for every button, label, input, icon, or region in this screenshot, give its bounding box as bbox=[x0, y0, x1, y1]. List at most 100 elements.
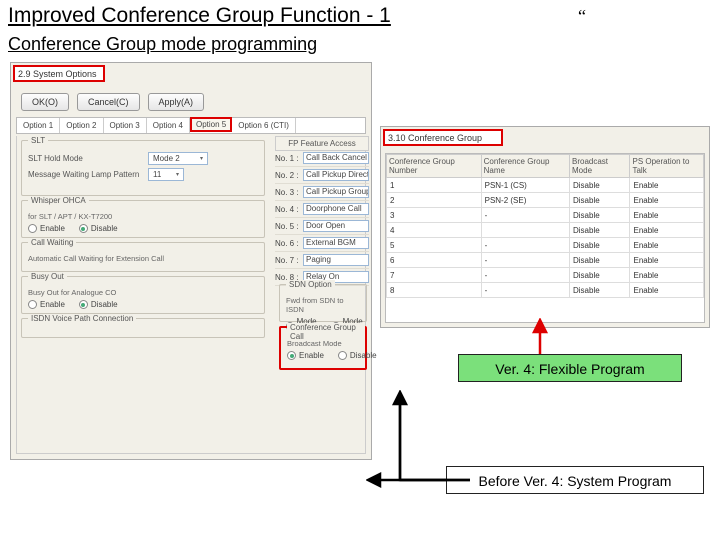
table-row[interactable]: 4 DisableEnable bbox=[387, 223, 704, 238]
group-title-isdn: ISDN Voice Path Connection bbox=[28, 314, 136, 323]
table-row[interactable]: 2PSN-2 (SE)DisableEnable bbox=[387, 193, 704, 208]
feat-row: No. 6 :External BGM bbox=[275, 235, 369, 252]
ok-button[interactable]: OK(O) bbox=[21, 93, 69, 111]
table-cell[interactable]: PSN-2 (SE) bbox=[481, 193, 569, 208]
table-cell[interactable]: - bbox=[481, 208, 569, 223]
feat-row: No. 2 :Call Pickup Direct bbox=[275, 167, 369, 184]
feat-row: No. 1 :Call Back Cancel bbox=[275, 150, 369, 167]
table-cell[interactable]: Disable bbox=[570, 223, 630, 238]
group-whisper: Whisper OHCA for SLT / APT / KX-T7200 En… bbox=[21, 200, 265, 238]
feature-access-header: FP Feature Access bbox=[275, 136, 369, 151]
table-cell[interactable]: Enable bbox=[630, 268, 704, 283]
mw-lamp-label: Message Waiting Lamp Pattern bbox=[28, 170, 148, 179]
whisper-disable-radio[interactable]: Disable bbox=[79, 224, 118, 233]
table-row[interactable]: 5-DisableEnable bbox=[387, 238, 704, 253]
table-cell[interactable]: Disable bbox=[570, 283, 630, 298]
tab-option-1[interactable]: Option 1 bbox=[17, 118, 60, 133]
button-row: OK(O) Cancel(C) Apply(A) bbox=[21, 93, 204, 111]
table-cell[interactable]: Disable bbox=[570, 268, 630, 283]
table-cell[interactable]: - bbox=[481, 283, 569, 298]
tab-option-5[interactable]: Option 5 bbox=[190, 117, 232, 132]
slt-hold-select[interactable]: Mode 2 bbox=[148, 152, 208, 165]
table-cell[interactable]: Disable bbox=[570, 193, 630, 208]
group-title-slt: SLT bbox=[28, 136, 48, 145]
header-conference-group: 3.10 Conference Group bbox=[383, 129, 503, 146]
table-cell[interactable]: 5 bbox=[387, 238, 482, 253]
table-cell[interactable]: Enable bbox=[630, 253, 704, 268]
table-cell[interactable]: - bbox=[481, 268, 569, 283]
feat-select[interactable]: Door Open bbox=[303, 220, 369, 232]
conference-group-table: Conference Group Number Conference Group… bbox=[385, 153, 705, 323]
conf-enable-radio[interactable]: Enable bbox=[287, 351, 324, 360]
header-system-options: 2.9 System Options bbox=[13, 65, 105, 82]
apply-button[interactable]: Apply(A) bbox=[148, 93, 205, 111]
table-row[interactable]: 3-DisableEnable bbox=[387, 208, 704, 223]
system-options-window: 2.9 System Options OK(O) Cancel(C) Apply… bbox=[10, 62, 372, 460]
callout-system-program: Before Ver. 4: System Program bbox=[446, 466, 704, 494]
table-cell[interactable]: Disable bbox=[570, 178, 630, 193]
group-call-waiting: Call Waiting Automatic Call Waiting for … bbox=[21, 242, 265, 272]
table-cell[interactable]: 8 bbox=[387, 283, 482, 298]
table-cell[interactable]: Enable bbox=[630, 283, 704, 298]
group-isdn: ISDN Voice Path Connection bbox=[21, 318, 265, 338]
feat-row: No. 4 :Doorphone Call bbox=[275, 201, 369, 218]
col-name[interactable]: Conference Group Name bbox=[481, 155, 569, 178]
table-cell[interactable]: Enable bbox=[630, 223, 704, 238]
page-subtitle: Conference Group mode programming bbox=[8, 34, 317, 55]
conf-disable-radio[interactable]: Disable bbox=[338, 351, 377, 360]
busy-enable-radio[interactable]: Enable bbox=[28, 300, 65, 309]
feat-select[interactable]: Call Pickup Group bbox=[303, 186, 369, 198]
col-number[interactable]: Conference Group Number bbox=[387, 155, 482, 178]
table-cell[interactable]: Enable bbox=[630, 193, 704, 208]
table-cell[interactable]: Enable bbox=[630, 178, 704, 193]
table-cell[interactable]: 6 bbox=[387, 253, 482, 268]
feat-select[interactable]: Doorphone Call bbox=[303, 203, 369, 215]
col-bmode[interactable]: Broadcast Mode bbox=[570, 155, 630, 178]
callw-auto-label: Automatic Call Waiting for Extension Cal… bbox=[28, 254, 164, 263]
feat-select[interactable]: Call Pickup Direct bbox=[303, 169, 369, 181]
table-cell[interactable]: 3 bbox=[387, 208, 482, 223]
table-cell[interactable]: 2 bbox=[387, 193, 482, 208]
table-cell[interactable]: Disable bbox=[570, 208, 630, 223]
mw-lamp-select[interactable]: 11 bbox=[148, 168, 184, 181]
tab-option-2[interactable]: Option 2 bbox=[60, 118, 103, 133]
feat-select[interactable]: External BGM bbox=[303, 237, 369, 249]
table-cell[interactable]: Disable bbox=[570, 238, 630, 253]
table-cell[interactable]: - bbox=[481, 238, 569, 253]
sdn-fwd-label: Fwd from SDN to ISDN bbox=[286, 296, 360, 314]
busy-disable-radio[interactable]: Disable bbox=[79, 300, 118, 309]
tab-option-6[interactable]: Option 6 (CTI) bbox=[232, 118, 296, 133]
table-cell[interactable]: Disable bbox=[570, 253, 630, 268]
table-row[interactable]: 1PSN-1 (CS)DisableEnable bbox=[387, 178, 704, 193]
group-busy-out: Busy Out Busy Out for Analogue CO Enable… bbox=[21, 276, 265, 314]
col-psop[interactable]: PS Operation to Talk bbox=[630, 155, 704, 178]
group-slt: SLT SLT Hold ModeMode 2 Message Waiting … bbox=[21, 140, 265, 196]
table-cell[interactable]: 1 bbox=[387, 178, 482, 193]
arrow-black-left-icon bbox=[366, 470, 456, 490]
table-row[interactable]: 7-DisableEnable bbox=[387, 268, 704, 283]
group-title-sdn: SDN Option bbox=[286, 280, 335, 289]
feature-access-list: No. 1 :Call Back Cancel No. 2 :Call Pick… bbox=[275, 150, 369, 286]
busy-for-label: Busy Out for Analogue CO bbox=[28, 288, 116, 297]
table-cell[interactable]: 4 bbox=[387, 223, 482, 238]
table-cell[interactable]: - bbox=[481, 253, 569, 268]
table-cell[interactable]: 7 bbox=[387, 268, 482, 283]
table-cell[interactable] bbox=[481, 223, 569, 238]
table-cell[interactable]: Enable bbox=[630, 208, 704, 223]
feat-select[interactable]: Paging bbox=[303, 254, 369, 266]
quote-mark: “ bbox=[578, 6, 586, 27]
table-cell[interactable]: PSN-1 (CS) bbox=[481, 178, 569, 193]
cancel-button[interactable]: Cancel(C) bbox=[77, 93, 140, 111]
table-cell[interactable]: Enable bbox=[630, 238, 704, 253]
tab-body: SLT SLT Hold ModeMode 2 Message Waiting … bbox=[16, 136, 366, 454]
tab-option-4[interactable]: Option 4 bbox=[147, 118, 190, 133]
tab-option-3[interactable]: Option 3 bbox=[104, 118, 147, 133]
feat-select[interactable]: Call Back Cancel bbox=[303, 152, 369, 164]
feat-row: No. 5 :Door Open bbox=[275, 218, 369, 235]
table-row[interactable]: 8-DisableEnable bbox=[387, 283, 704, 298]
whisper-for-label: for SLT / APT / KX-T7200 bbox=[28, 212, 112, 221]
group-title-busy: Busy Out bbox=[28, 272, 67, 281]
table-row[interactable]: 6-DisableEnable bbox=[387, 253, 704, 268]
group-title-whisper: Whisper OHCA bbox=[28, 196, 89, 205]
whisper-enable-radio[interactable]: Enable bbox=[28, 224, 65, 233]
